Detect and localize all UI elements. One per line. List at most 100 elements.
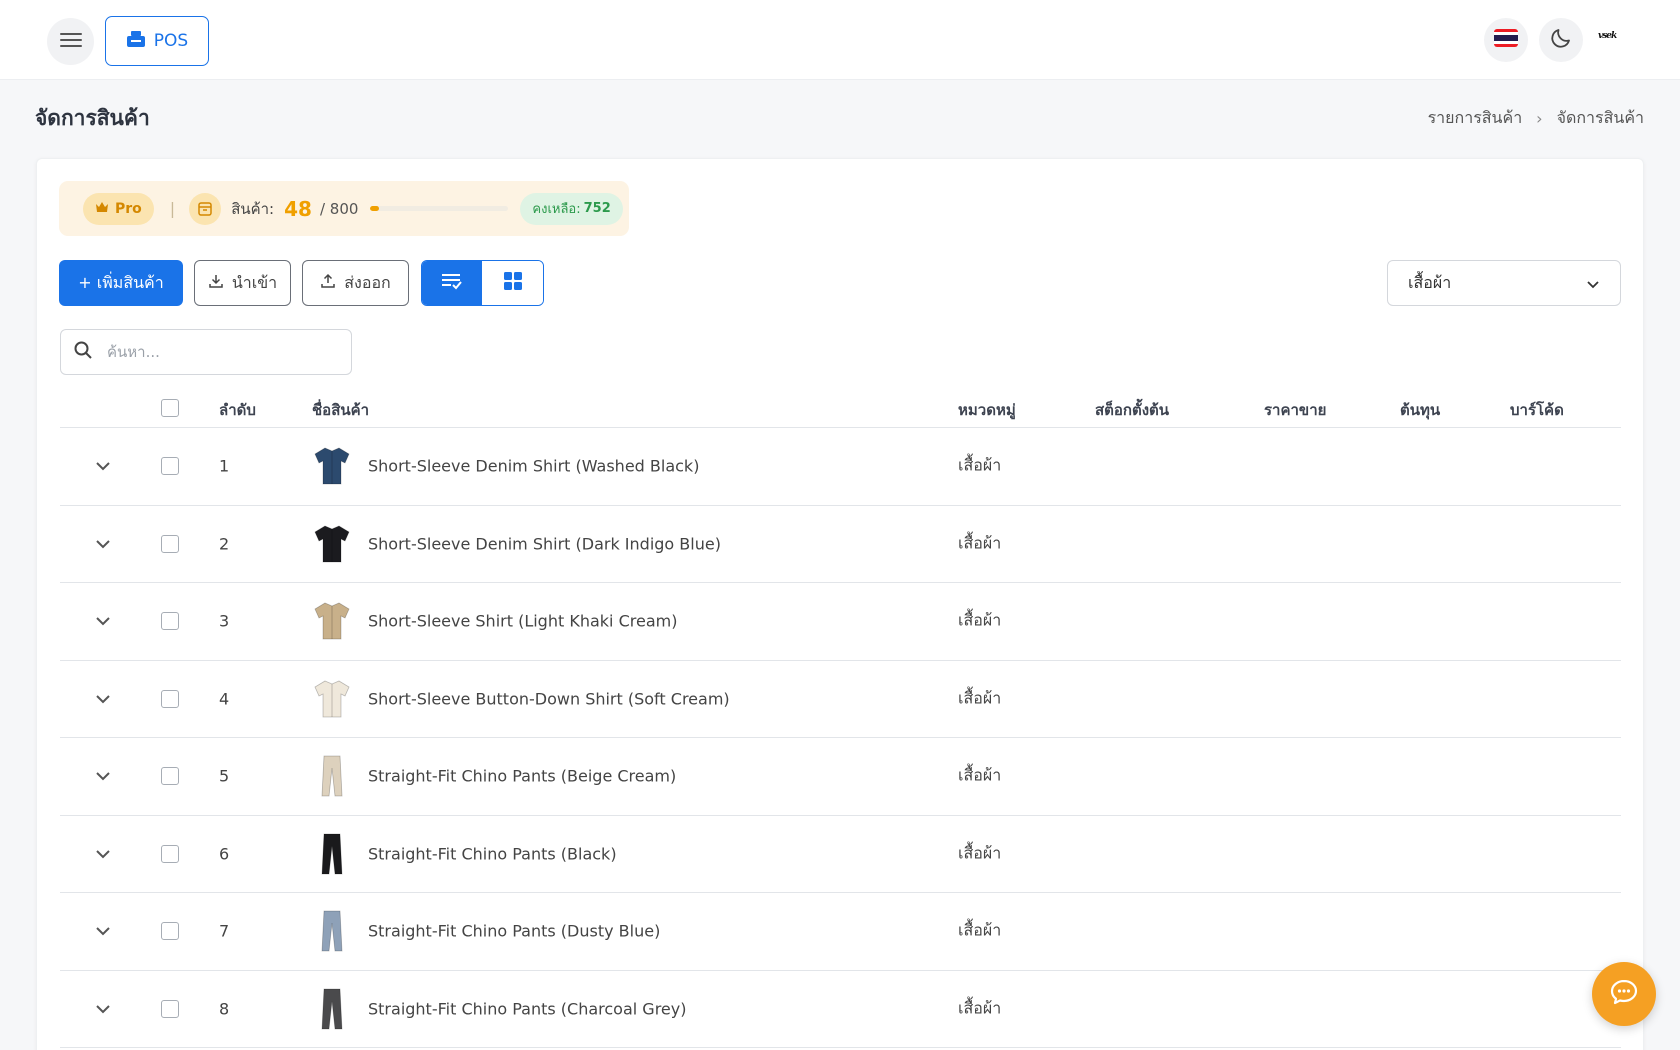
thai-flag-icon <box>1494 29 1518 51</box>
view-toggle <box>421 260 544 306</box>
breadcrumb-item-current: จัดการสินค้า <box>1556 108 1644 127</box>
expand-chevron-icon[interactable] <box>93 689 113 709</box>
table-row[interactable]: 8 Straight-Fit Chino Pants (Charcoal Grey… <box>60 971 1621 1048</box>
header-stock[interactable]: สต็อกตั้งต้น <box>1095 398 1169 422</box>
expand-chevron-icon[interactable] <box>93 456 113 476</box>
shirt-icon <box>314 680 350 718</box>
list-view-button[interactable] <box>422 261 483 305</box>
pos-label: POS <box>153 31 189 51</box>
table-row[interactable]: 4 Short-Sleeve Button-Down Shirt (Soft Cr… <box>60 661 1621 738</box>
export-button[interactable]: ส่งออก <box>302 260 409 306</box>
product-name[interactable]: Short-Sleeve Button-Down Shirt (Soft Cre… <box>368 689 730 708</box>
hamburger-icon <box>59 32 82 52</box>
table-header: ลำดับ ชื่อสินค้า หมวดหมู่ สต็อกตั้งต้น ร… <box>60 388 1621 428</box>
product-category: เสื้อผ้า <box>958 455 1002 475</box>
table-row[interactable]: 3 Short-Sleeve Shirt (Light Khaki Cream) เ… <box>60 583 1621 661</box>
pro-badge: Pro <box>83 192 154 225</box>
divider: | <box>169 199 176 218</box>
product-thumbnail <box>312 754 352 798</box>
product-thumbnail <box>312 987 352 1031</box>
moon-icon <box>1549 26 1573 54</box>
expand-chevron-icon[interactable] <box>93 844 113 864</box>
row-checkbox[interactable] <box>161 457 179 476</box>
table-row[interactable]: 6 Straight-Fit Chino Pants (Black) เสื้อผ้… <box>60 816 1621 893</box>
add-product-button[interactable]: + เพิ่มสินค้า <box>59 260 183 306</box>
category-selected-value: เสื้อผ้า <box>1408 272 1452 292</box>
grid-view-button[interactable] <box>482 261 543 305</box>
product-name[interactable]: Short-Sleeve Denim Shirt (Washed Black) <box>368 457 699 476</box>
product-category: เสื้อผ้า <box>958 843 1002 863</box>
row-checkbox[interactable] <box>161 844 179 863</box>
product-thumbnail <box>312 444 352 488</box>
table-row[interactable]: 7 Straight-Fit Chino Pants (Dusty Blue) เส… <box>60 893 1621 971</box>
products-table: ลำดับ ชื่อสินค้า หมวดหมู่ สต็อกตั้งต้น ร… <box>60 388 1621 1048</box>
search-input[interactable] <box>107 343 327 361</box>
chat-bubble-icon <box>1609 977 1639 1011</box>
row-checkbox[interactable] <box>161 612 179 631</box>
product-category: เสื้อผ้า <box>958 688 1002 708</box>
row-index: 4 <box>219 689 230 709</box>
header-cost[interactable]: ต้นทุน <box>1400 398 1440 422</box>
header-name[interactable]: ชื่อสินค้า <box>312 398 369 422</box>
expand-chevron-icon[interactable] <box>93 999 113 1019</box>
row-checkbox[interactable] <box>161 689 179 708</box>
table-row[interactable]: 1 Short-Sleeve Denim Shirt (Washed Black)… <box>60 428 1621 506</box>
upload-icon <box>320 273 336 293</box>
shirt-icon <box>314 602 350 640</box>
product-thumbnail <box>312 599 352 643</box>
row-checkbox[interactable] <box>161 922 179 941</box>
menu-button[interactable] <box>47 18 94 65</box>
register-icon <box>126 30 146 53</box>
category-select[interactable]: เสื้อผ้า <box>1387 260 1621 306</box>
row-index: 3 <box>219 611 230 631</box>
product-thumbnail <box>312 909 352 953</box>
row-checkbox[interactable] <box>161 534 179 553</box>
header-index[interactable]: ลำดับ <box>219 398 256 422</box>
product-name[interactable]: Straight-Fit Chino Pants (Dusty Blue) <box>368 922 660 941</box>
row-checkbox[interactable] <box>161 999 179 1018</box>
product-category: เสื้อผ้า <box>958 998 1002 1018</box>
export-label: ส่งออก <box>344 272 391 292</box>
product-name[interactable]: Short-Sleeve Shirt (Light Khaki Cream) <box>368 612 677 631</box>
pants-icon <box>321 910 343 952</box>
brand-logo[interactable]: vsek <box>1598 31 1634 49</box>
pos-button[interactable]: POS <box>105 16 209 66</box>
select-all-checkbox[interactable] <box>161 399 179 417</box>
product-count: 48 <box>284 196 312 221</box>
expand-chevron-icon[interactable] <box>93 921 113 941</box>
page-title: จัดการสินค้า <box>35 106 150 130</box>
table-row[interactable]: 5 Straight-Fit Chino Pants (Beige Cream) เ… <box>60 738 1621 816</box>
breadcrumb-item-products[interactable]: รายการสินค้า <box>1428 106 1523 131</box>
download-icon <box>208 273 224 293</box>
expand-chevron-icon[interactable] <box>93 534 113 554</box>
crown-icon <box>95 201 109 217</box>
top-bar: POS vsek <box>0 0 1680 80</box>
expand-chevron-icon[interactable] <box>93 611 113 631</box>
product-limit: / 800 <box>319 199 359 218</box>
row-index: 1 <box>219 456 230 476</box>
import-label: นำเข้า <box>231 272 278 292</box>
expand-chevron-icon[interactable] <box>93 766 113 786</box>
row-index: 5 <box>219 766 230 786</box>
product-category: เสื้อผ้า <box>958 920 1002 940</box>
product-category: เสื้อผ้า <box>958 610 1002 630</box>
add-product-label: + เพิ่มสินค้า <box>78 272 164 292</box>
product-name[interactable]: Straight-Fit Chino Pants (Charcoal Grey) <box>368 999 686 1018</box>
import-button[interactable]: นำเข้า <box>194 260 291 306</box>
product-thumbnail <box>312 677 352 721</box>
dark-mode-toggle[interactable] <box>1539 18 1583 62</box>
product-name[interactable]: Short-Sleeve Denim Shirt (Dark Indigo Bl… <box>368 534 721 553</box>
header-price[interactable]: ราคาขาย <box>1264 398 1326 422</box>
product-category: เสื้อผ้า <box>958 533 1002 553</box>
product-name[interactable]: Straight-Fit Chino Pants (Beige Cream) <box>368 767 676 786</box>
header-barcode[interactable]: บาร์โค้ด <box>1510 398 1564 422</box>
breadcrumb: รายการสินค้า › จัดการสินค้า <box>1428 106 1644 131</box>
table-body: 1 Short-Sleeve Denim Shirt (Washed Black)… <box>60 428 1621 1048</box>
row-checkbox[interactable] <box>161 767 179 786</box>
table-row[interactable]: 2 Short-Sleeve Denim Shirt (Dark Indigo B… <box>60 506 1621 583</box>
product-name[interactable]: Straight-Fit Chino Pants (Black) <box>368 844 617 863</box>
header-category[interactable]: หมวดหมู่ <box>958 398 1016 422</box>
list-icon <box>441 272 463 294</box>
chat-button[interactable] <box>1592 962 1656 1026</box>
language-button[interactable] <box>1484 18 1528 62</box>
